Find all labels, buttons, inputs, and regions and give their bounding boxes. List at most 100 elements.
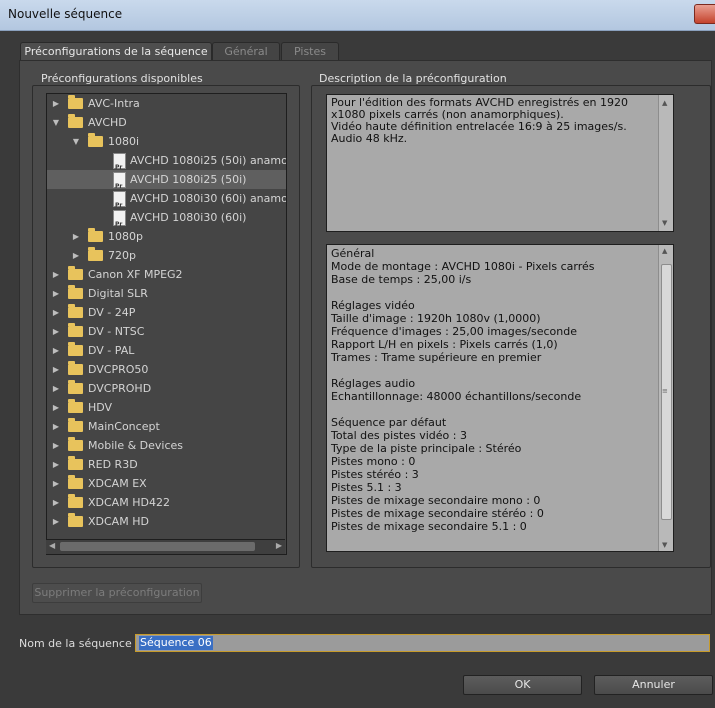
scroll-down-icon[interactable]: ▼ (662, 217, 667, 229)
tree-folder-item[interactable]: ▶ DVCPRO50 (47, 360, 286, 379)
tree-item-label: Digital SLR (88, 287, 148, 300)
scroll-down-icon[interactable]: ▼ (662, 541, 667, 549)
expand-right-icon[interactable]: ▶ (51, 360, 61, 379)
tree-folder-item[interactable]: ▶ Mobile & Devices (47, 436, 286, 455)
folder-icon (68, 95, 83, 109)
tree-folder-item[interactable]: ▶ DV - 24P (47, 303, 286, 322)
description-group-title: Description de la préconfiguration (317, 72, 509, 85)
tree-item-label: HDV (88, 401, 113, 414)
cancel-button[interactable]: Annuler (594, 675, 713, 695)
tree-folder-item[interactable]: ▶ 1080p (47, 227, 286, 246)
settings-line: Général (331, 247, 375, 260)
folder-icon (68, 418, 83, 432)
tree-folder-item[interactable]: ▶ HDV (47, 398, 286, 417)
tree-folder-item[interactable]: ▶ MainConcept (47, 417, 286, 436)
tab-sequence-presets[interactable]: Préconfigurations de la séquence (20, 42, 212, 61)
presets-tree[interactable]: ▶ AVC-Intra ▼ AVCHD ▼ 1080i Pr AVCHD 1080i25 (5… (46, 93, 287, 555)
description-scrollbar[interactable]: ▲ ▼ (658, 95, 673, 231)
folder-icon (68, 380, 83, 394)
expand-right-icon[interactable]: ▶ (51, 417, 61, 436)
settings-line: Pistes de mixage secondaire 5.1 : 0 (331, 520, 527, 533)
tree-folder-item[interactable]: ▶ AVC-Intra (47, 94, 286, 113)
tree-folder-item[interactable]: ▶ Canon XF MPEG2 (47, 265, 286, 284)
expand-right-icon[interactable]: ▶ (51, 398, 61, 417)
tree-item-label: XDCAM EX (88, 477, 147, 490)
tree-folder-item[interactable]: ▶ XDCAM EX (47, 474, 286, 493)
folder-icon (68, 494, 83, 508)
expand-right-icon[interactable]: ▶ (51, 94, 61, 113)
expand-right-icon[interactable]: ▶ (51, 474, 61, 493)
settings-line: Réglages vidéo (331, 299, 415, 312)
sequence-name-input[interactable]: Séquence 06 (135, 634, 710, 652)
scroll-left-icon[interactable]: ◀ (49, 541, 55, 550)
settings-scrollbar[interactable]: ▲ ≡ ▼ (658, 245, 673, 551)
tree-folder-item[interactable]: ▶ XDCAM HD (47, 512, 286, 531)
settings-line: Pistes stéréo : 3 (331, 468, 419, 481)
expand-right-icon[interactable]: ▶ (51, 303, 61, 322)
preset-description-text: Pour l'édition des formats AVCHD enregis… (331, 96, 628, 145)
tree-folder-item[interactable]: ▶ RED R3D (47, 455, 286, 474)
expand-right-icon[interactable]: ▶ (51, 265, 61, 284)
tree-folder-item[interactable]: ▶ DVCPROHD (47, 379, 286, 398)
tree-folder-item[interactable]: ▶ DV - NTSC (47, 322, 286, 341)
ok-button[interactable]: OK (463, 675, 582, 695)
expand-right-icon[interactable]: ▶ (51, 455, 61, 474)
settings-line: Trames : Trame supérieure en premier (331, 351, 542, 364)
expand-down-icon[interactable]: ▼ (51, 113, 61, 132)
expand-down-icon[interactable]: ▼ (71, 132, 81, 151)
folder-icon (68, 513, 83, 527)
folder-icon (88, 247, 103, 261)
folder-icon (68, 114, 83, 128)
preset-file-icon: Pr (113, 172, 126, 190)
folder-icon (68, 304, 83, 318)
tab-tracks[interactable]: Pistes (281, 42, 339, 61)
tree-horizontal-scrollbar[interactable]: ◀ ▶ (46, 539, 285, 554)
tree-preset-item[interactable]: Pr AVCHD 1080i25 (50i) anamorphique (47, 151, 286, 171)
scroll-up-icon[interactable]: ▲ (662, 97, 667, 109)
tree-folder-item[interactable]: ▶ XDCAM HD422 (47, 493, 286, 512)
expand-right-icon[interactable]: ▶ (51, 322, 61, 341)
presets-group-title: Préconfigurations disponibles (39, 72, 205, 85)
settings-line: Pistes 5.1 : 3 (331, 481, 402, 494)
settings-line: Rapport L/H en pixels : Pixels carrés (1… (331, 338, 558, 351)
title-bar: Nouvelle séquence (0, 0, 715, 31)
tree-folder-item[interactable]: ▶ Digital SLR (47, 284, 286, 303)
settings-line: Fréquence d'images : 25,00 images/second… (331, 325, 577, 338)
tree-item-label: 1080i (108, 135, 140, 148)
tree-folder-item[interactable]: ▶ 720p (47, 246, 286, 265)
tree-preset-item[interactable]: Pr AVCHD 1080i30 (60i) (47, 208, 286, 228)
tree-preset-item[interactable]: Pr AVCHD 1080i25 (50i) (47, 170, 286, 190)
expand-right-icon[interactable]: ▶ (51, 436, 61, 455)
folder-icon (88, 133, 103, 147)
settings-line: Mode de montage : AVCHD 1080i - Pixels c… (331, 260, 595, 273)
expand-right-icon[interactable]: ▶ (51, 284, 61, 303)
close-icon[interactable] (694, 4, 715, 24)
expand-right-icon[interactable]: ▶ (51, 512, 61, 531)
expand-right-icon[interactable]: ▶ (51, 341, 61, 360)
folder-icon (68, 266, 83, 280)
expand-right-icon[interactable]: ▶ (51, 493, 61, 512)
tree-item-label: Mobile & Devices (88, 439, 184, 452)
tree-folder-item[interactable]: ▶ DV - PAL (47, 341, 286, 360)
scroll-up-icon[interactable]: ▲ (662, 247, 667, 255)
tree-item-label: AVCHD (88, 116, 127, 129)
expand-right-icon[interactable]: ▶ (71, 246, 81, 265)
scrollbar-thumb[interactable] (60, 542, 255, 551)
tree-preset-item[interactable]: Pr AVCHD 1080i30 (60i) anamorphique (47, 189, 286, 209)
tree-folder-item[interactable]: ▼ 1080i (47, 132, 286, 151)
settings-line: Total des pistes vidéo : 3 (331, 429, 467, 442)
expand-right-icon[interactable]: ▶ (71, 227, 81, 246)
preset-description-box: Pour l'édition des formats AVCHD enregis… (326, 94, 674, 232)
delete-preset-button[interactable]: Supprimer la préconfiguration (32, 583, 202, 603)
expand-right-icon[interactable]: ▶ (51, 379, 61, 398)
folder-icon (68, 323, 83, 337)
preset-file-icon: Pr (113, 153, 126, 171)
tree-item-label: DVCPRO50 (88, 363, 149, 376)
preset-file-icon: Pr (113, 210, 126, 228)
tree-item-label: AVCHD 1080i25 (50i) (130, 173, 247, 186)
settings-line: Réglages audio (331, 377, 416, 390)
scroll-right-icon[interactable]: ▶ (276, 541, 282, 550)
tree-item-label: 1080p (108, 230, 143, 243)
tree-folder-item[interactable]: ▼ AVCHD (47, 113, 286, 132)
tab-general[interactable]: Général (212, 42, 280, 61)
